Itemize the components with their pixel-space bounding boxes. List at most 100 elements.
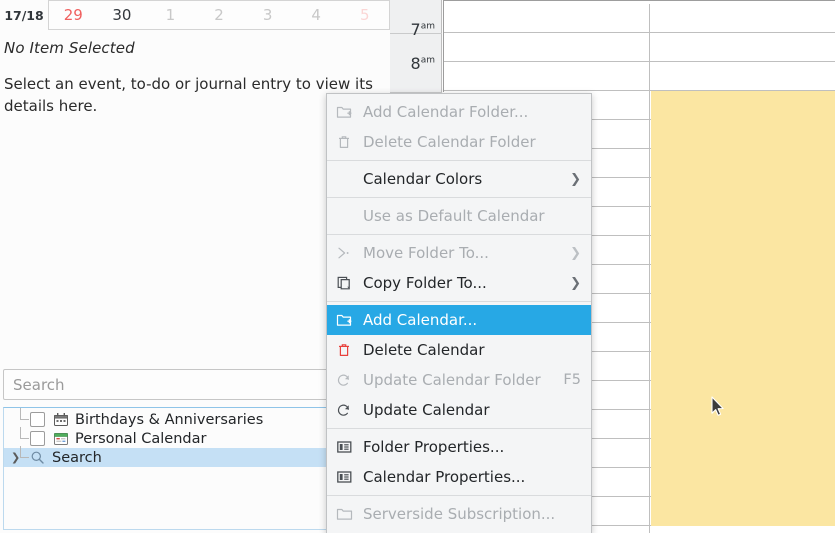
agenda-slot-busy[interactable] — [651, 294, 835, 323]
agenda-slot-busy[interactable] — [651, 410, 835, 439]
menu-item-use-as-default-calendar: Use as Default Calendar — [327, 201, 591, 231]
hour-number: 8 — [411, 54, 421, 73]
calendar-checkbox[interactable] — [30, 412, 45, 427]
tree-branch-line — [12, 429, 30, 448]
agenda-slot[interactable] — [651, 526, 835, 533]
agenda-slot-busy[interactable] — [651, 207, 835, 236]
date-cell-5[interactable]: 5 — [340, 1, 389, 29]
agenda-slot-busy[interactable] — [651, 381, 835, 410]
tree-expander[interactable]: ❯ — [12, 448, 30, 467]
agenda-grid-row[interactable] — [443, 33, 835, 62]
menu-item-calendar-colors[interactable]: Calendar Colors❯ — [327, 164, 591, 194]
menu-item-copy-folder-to[interactable]: Copy Folder To...❯ — [327, 268, 591, 298]
menu-item-label: Folder Properties... — [363, 438, 581, 456]
folder-icon — [336, 505, 358, 523]
date-cell-29[interactable]: 29 — [49, 1, 98, 29]
menu-separator — [327, 197, 591, 198]
agenda-slot[interactable] — [443, 4, 650, 33]
agenda-slot-busy[interactable] — [651, 91, 835, 120]
chevron-right-icon: ❯ — [558, 277, 581, 290]
agenda-slot[interactable] — [443, 62, 650, 91]
agenda-grid-row[interactable] — [443, 4, 835, 33]
no-icon — [336, 170, 358, 188]
menu-item-delete-calendar-folder: Delete Calendar Folder — [327, 127, 591, 157]
menu-item-label: Use as Default Calendar — [363, 207, 581, 225]
no-icon — [336, 207, 358, 225]
menu-item-shortcut: F5 — [563, 372, 581, 388]
hour-label-7am: 7am — [411, 22, 435, 38]
agenda-slot-busy[interactable] — [651, 352, 835, 381]
trash-red-icon — [336, 341, 358, 359]
date-cell-30[interactable]: 30 — [98, 1, 147, 29]
no-item-selected-description: Select an event, to-do or journal entry … — [4, 73, 379, 117]
menu-item-label: Delete Calendar Folder — [363, 133, 581, 151]
date-cell-4[interactable]: 4 — [292, 1, 341, 29]
menu-item-label: Add Calendar Folder... — [363, 103, 581, 121]
agenda-slot-busy[interactable] — [651, 178, 835, 207]
calendar-personal-icon — [52, 431, 69, 447]
agenda-slot[interactable] — [651, 33, 835, 62]
grid-top-border — [443, 0, 835, 1]
menu-item-label: Serverside Subscription... — [363, 505, 581, 523]
application-window: 17/18 29 30 1 2 3 4 5 No Item Selected S… — [0, 0, 835, 533]
menu-item-label: Copy Folder To... — [363, 274, 558, 292]
no-item-selected-title: No Item Selected — [4, 39, 135, 57]
agenda-grid-row[interactable] — [443, 62, 835, 91]
agenda-slot-busy[interactable] — [651, 236, 835, 265]
menu-item-move-folder-to: Move Folder To...❯ — [327, 238, 591, 268]
calendar-name: Personal Calendar — [75, 431, 206, 447]
menu-separator — [327, 160, 591, 161]
menu-item-label: Move Folder To... — [363, 244, 558, 262]
date-cell-3[interactable]: 3 — [243, 1, 292, 29]
menu-separator — [327, 495, 591, 496]
calendar-birthday-icon — [52, 412, 69, 428]
agenda-slot-busy[interactable] — [651, 497, 835, 526]
trash-icon — [336, 133, 358, 151]
tree-branch-line — [12, 410, 30, 429]
search-icon — [29, 450, 46, 466]
date-cell-2[interactable]: 2 — [195, 1, 244, 29]
calendar-checkbox[interactable] — [30, 431, 45, 446]
week-number-label: 17/18 — [0, 0, 48, 30]
menu-separator — [327, 301, 591, 302]
calendar-context-menu[interactable]: Add Calendar Folder... Delete Calendar F… — [326, 93, 592, 533]
agenda-slot-busy[interactable] — [651, 439, 835, 468]
agenda-slot[interactable] — [651, 4, 835, 33]
menu-item-update-calendar[interactable]: Update Calendar — [327, 395, 591, 425]
properties-icon — [336, 438, 358, 456]
menu-item-folder-properties[interactable]: Folder Properties... — [327, 432, 591, 462]
agenda-slot-busy[interactable] — [651, 468, 835, 497]
chevron-right-icon[interactable]: ❯ — [11, 451, 20, 464]
agenda-slot[interactable] — [443, 33, 650, 62]
date-strip: 17/18 29 30 1 2 3 4 5 — [0, 0, 390, 30]
folder-add-icon — [336, 311, 358, 329]
menu-item-delete-calendar[interactable]: Delete Calendar — [327, 335, 591, 365]
hour-meridiem: am — [421, 22, 435, 32]
date-cells: 29 30 1 2 3 4 5 — [48, 0, 390, 30]
menu-item-add-calendar[interactable]: Add Calendar... — [327, 305, 591, 335]
agenda-slot-busy[interactable] — [651, 149, 835, 178]
search-node-label: Search — [52, 450, 102, 466]
menu-separator — [327, 234, 591, 235]
menu-item-label: Add Calendar... — [363, 311, 581, 329]
menu-item-label: Update Calendar — [363, 401, 581, 419]
menu-item-label: Calendar Properties... — [363, 468, 581, 486]
menu-item-calendar-properties[interactable]: Calendar Properties... — [327, 462, 591, 492]
agenda-slot-busy[interactable] — [651, 323, 835, 352]
menu-item-label: Calendar Colors — [363, 170, 558, 188]
agenda-slot-busy[interactable] — [651, 265, 835, 294]
properties-icon — [336, 468, 358, 486]
folder-add-icon — [336, 103, 358, 121]
menu-item-label: Delete Calendar — [363, 341, 581, 359]
search-input[interactable] — [13, 376, 377, 394]
date-cell-1[interactable]: 1 — [146, 1, 195, 29]
copy-icon — [336, 274, 358, 292]
refresh-icon — [336, 371, 358, 389]
menu-item-serverside-subscription: Serverside Subscription... — [327, 499, 591, 529]
refresh-icon — [336, 401, 358, 419]
chevron-right-icon: ❯ — [558, 247, 581, 260]
agenda-slot-busy[interactable] — [651, 120, 835, 149]
agenda-slot[interactable] — [651, 62, 835, 91]
menu-item-label: Update Calendar Folder — [363, 371, 549, 389]
hour-label-8am: 8am — [411, 56, 435, 72]
